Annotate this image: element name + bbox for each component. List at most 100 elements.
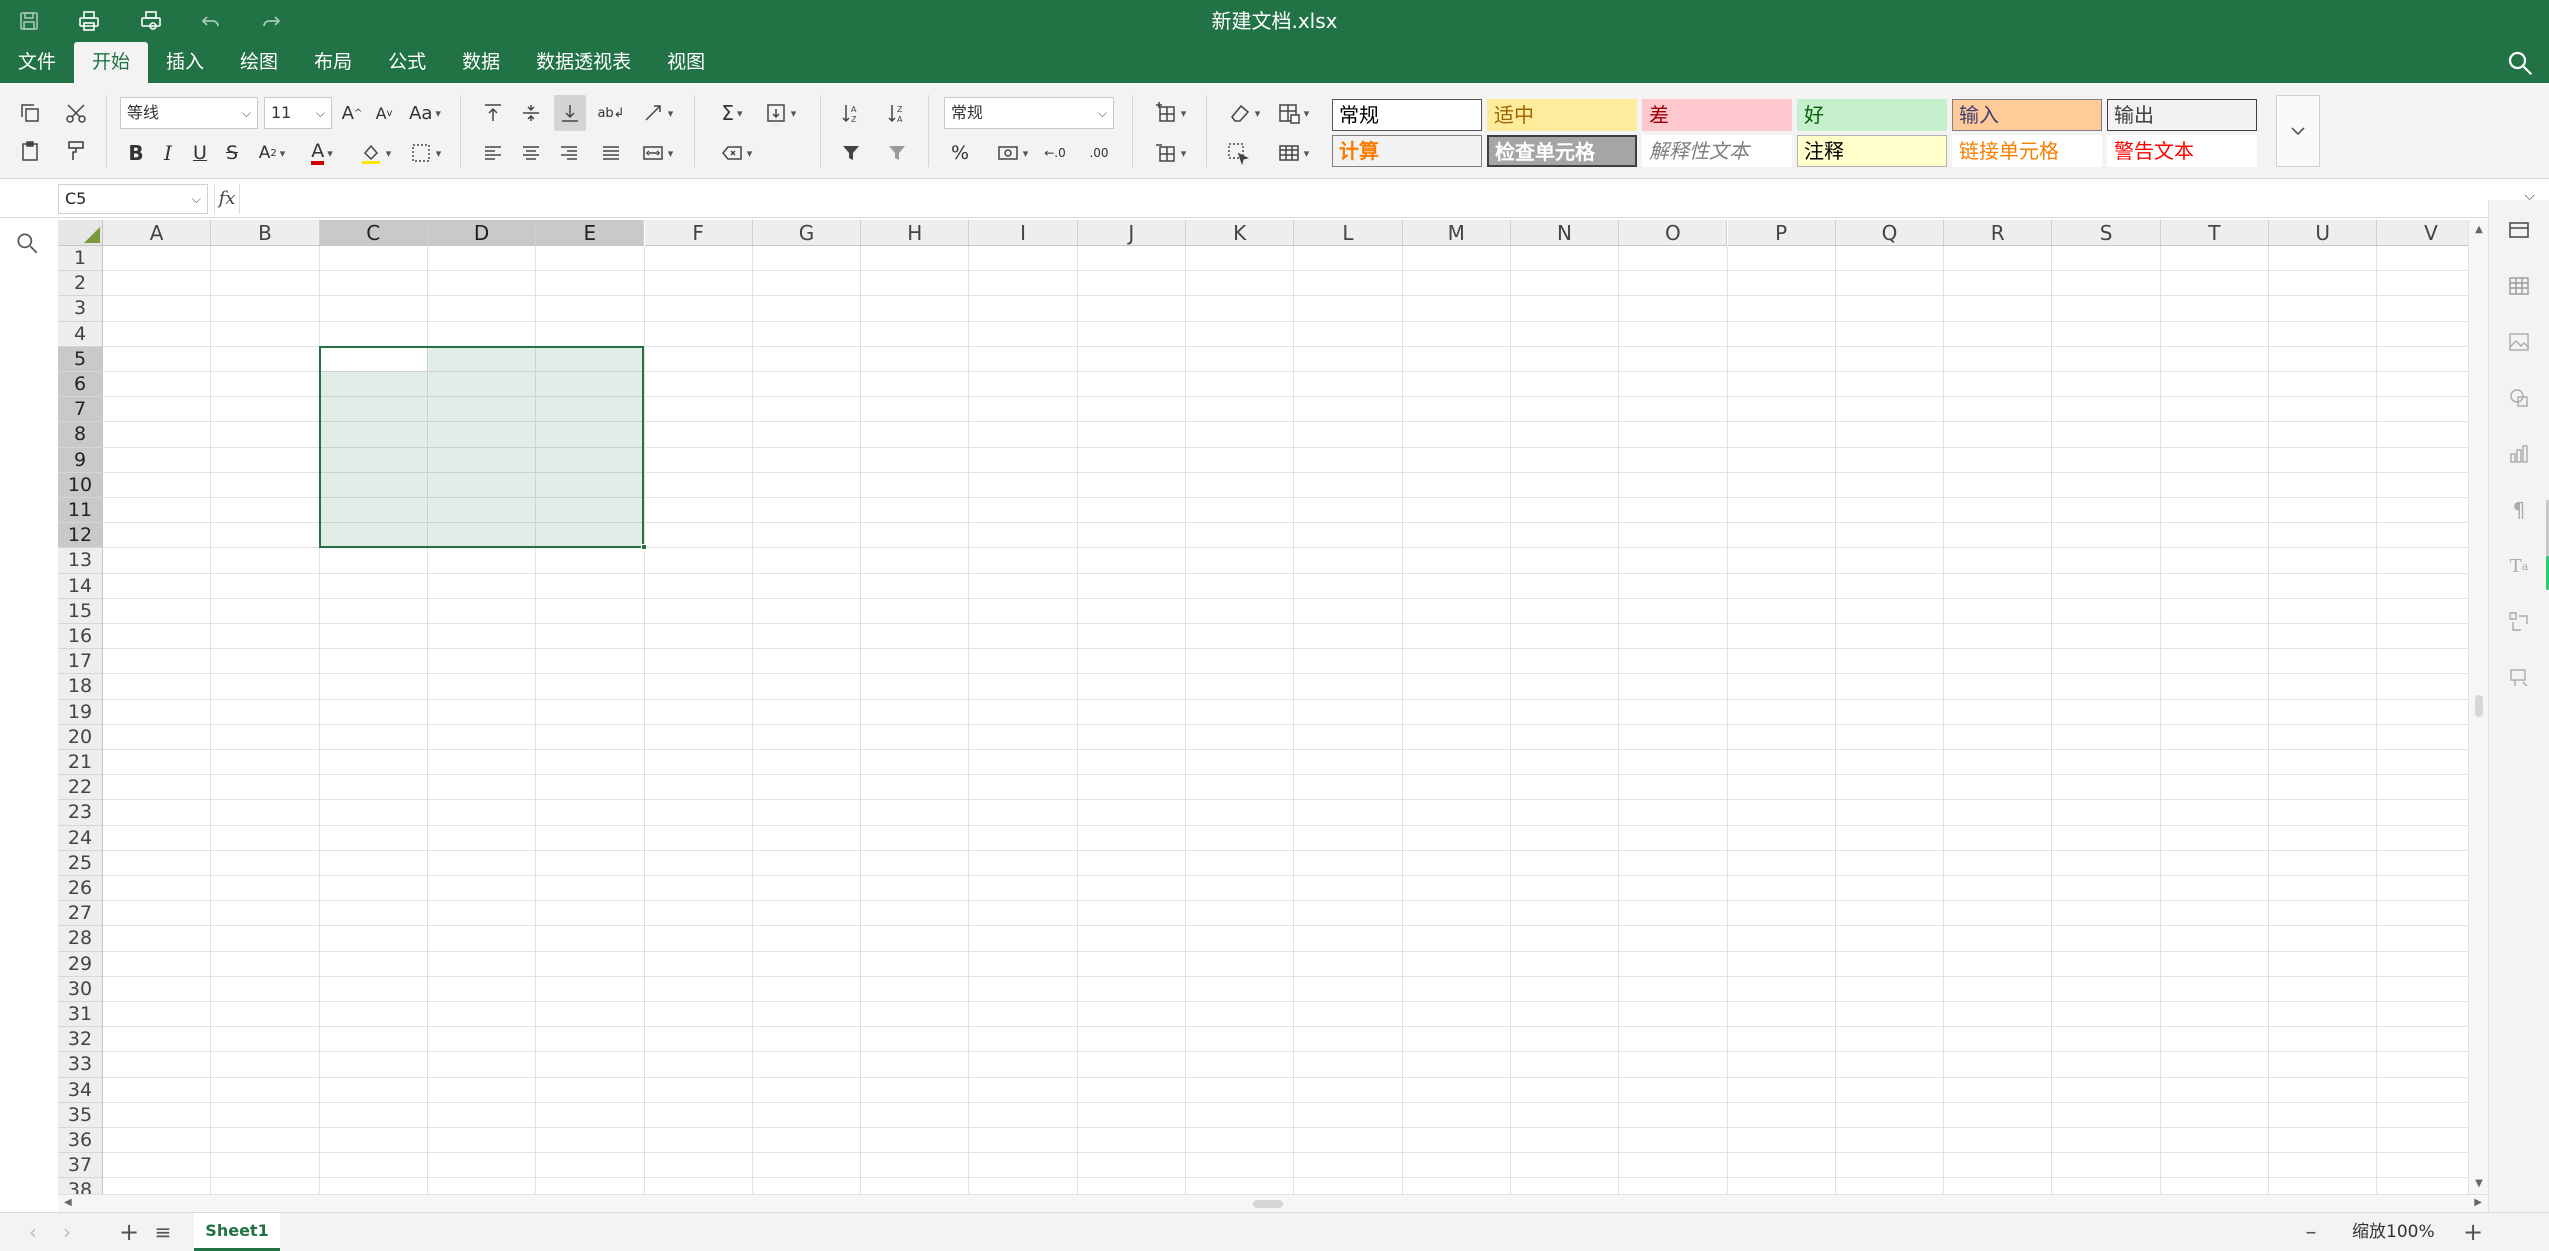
decrease-decimal-icon[interactable]: ←.0: [1040, 135, 1070, 171]
clear-filter-icon[interactable]: [882, 135, 912, 171]
column-header[interactable]: K: [1186, 220, 1295, 246]
row-header[interactable]: 17: [58, 649, 103, 675]
redo-icon[interactable]: [256, 6, 286, 36]
row-header[interactable]: 2: [58, 271, 103, 297]
row-header[interactable]: 3: [58, 296, 103, 322]
column-header[interactable]: C: [319, 220, 428, 246]
style-good[interactable]: 好: [1797, 99, 1947, 131]
row-header[interactable]: 21: [58, 750, 103, 776]
row-header[interactable]: 14: [58, 573, 103, 599]
column-header[interactable]: H: [861, 220, 970, 246]
row-header[interactable]: 37: [58, 1153, 103, 1179]
justify-icon[interactable]: [596, 135, 626, 171]
percent-icon[interactable]: %: [944, 135, 976, 171]
zoom-level[interactable]: 缩放100%: [2352, 1213, 2435, 1251]
row-header[interactable]: 12: [58, 523, 103, 549]
number-format-select[interactable]: 常规 ⌵: [944, 97, 1114, 129]
zoom-out-icon[interactable]: –: [2298, 1219, 2324, 1245]
menu-draw[interactable]: 绘图: [222, 42, 296, 83]
text-orientation-icon[interactable]: ▾: [636, 95, 678, 131]
strikethrough-icon[interactable]: S: [218, 135, 246, 171]
style-note[interactable]: 注释: [1797, 135, 1947, 167]
style-output[interactable]: 输出: [2107, 99, 2257, 131]
merge-cells-icon[interactable]: ▾: [636, 135, 678, 171]
spreadsheet-grid[interactable]: ABCDEFGHIJKLMNOPQRSTUV 1 2 3 4 5 6 7 8 9 10 11 12 13…: [58, 220, 2468, 1194]
vertical-scrollbar[interactable]: ▲ ▼: [2468, 220, 2488, 1194]
row-header[interactable]: 16: [58, 624, 103, 650]
align-left-icon[interactable]: [478, 135, 508, 171]
column-header[interactable]: D: [427, 220, 537, 246]
save-icon[interactable]: [14, 6, 44, 36]
column-header[interactable]: V: [2377, 220, 2468, 246]
scroll-down-icon[interactable]: ▼: [2469, 1174, 2489, 1194]
format-painter-icon[interactable]: [60, 133, 92, 169]
increase-decimal-icon[interactable]: .00: [1082, 135, 1116, 171]
copy-icon[interactable]: [14, 95, 46, 131]
name-box[interactable]: C5 ⌵: [58, 184, 208, 214]
sheet-tab[interactable]: Sheet1: [194, 1213, 280, 1251]
font-size-select[interactable]: 11 ⌵: [264, 97, 332, 129]
row-header[interactable]: 6: [58, 372, 103, 398]
row-header[interactable]: 31: [58, 1002, 103, 1028]
row-header[interactable]: 30: [58, 976, 103, 1002]
menu-file[interactable]: 文件: [0, 42, 74, 83]
search-icon[interactable]: [2505, 48, 2535, 78]
paste-icon[interactable]: [14, 133, 46, 169]
column-header[interactable]: M: [1402, 220, 1511, 246]
currency-icon[interactable]: ▾: [988, 135, 1036, 171]
row-header[interactable]: 38: [58, 1178, 103, 1194]
row-header[interactable]: 5: [58, 346, 103, 372]
column-header[interactable]: J: [1077, 220, 1186, 246]
style-normal[interactable]: 常规: [1332, 99, 1482, 131]
prev-sheet-icon[interactable]: ‹: [20, 1219, 46, 1245]
font-name-select[interactable]: 等线 ⌵: [120, 97, 258, 129]
insert-cells-icon[interactable]: ▾: [1148, 95, 1192, 131]
table-icon[interactable]: [2505, 272, 2533, 300]
scroll-thumb[interactable]: [1253, 1200, 1283, 1208]
row-header[interactable]: 10: [58, 472, 103, 498]
conditional-format-icon[interactable]: ▾: [1270, 95, 1316, 131]
row-header[interactable]: 24: [58, 825, 103, 851]
subscript-icon[interactable]: A 2 ▾: [252, 135, 292, 171]
decrease-font-icon[interactable]: Av: [370, 95, 398, 131]
row-header[interactable]: 19: [58, 699, 103, 725]
align-center-icon[interactable]: [516, 135, 546, 171]
bold-icon[interactable]: B: [122, 135, 150, 171]
column-header[interactable]: S: [2052, 220, 2161, 246]
scroll-right-icon[interactable]: ▶: [2474, 1197, 2482, 1208]
style-warning-text[interactable]: 警告文本: [2107, 135, 2257, 167]
row-header[interactable]: 27: [58, 901, 103, 927]
cell-format-icon[interactable]: [2505, 216, 2533, 244]
style-bad[interactable]: 差: [1642, 99, 1792, 131]
row-header[interactable]: 35: [58, 1102, 103, 1128]
select-icon[interactable]: [1222, 135, 1254, 171]
menu-pivot-table[interactable]: 数据透视表: [518, 42, 649, 83]
column-header[interactable]: F: [644, 220, 753, 246]
row-header[interactable]: 36: [58, 1128, 103, 1154]
column-header[interactable]: O: [1619, 220, 1728, 246]
menu-view[interactable]: 视图: [649, 42, 723, 83]
print-icon[interactable]: [74, 6, 104, 36]
borders-icon[interactable]: ▾: [404, 135, 446, 171]
style-calculation[interactable]: 计算: [1332, 135, 1482, 167]
column-header[interactable]: A: [103, 220, 212, 246]
menu-formulas[interactable]: 公式: [370, 42, 444, 83]
chart-icon[interactable]: [2505, 440, 2533, 468]
row-header[interactable]: 1: [58, 246, 103, 272]
row-header[interactable]: 23: [58, 800, 103, 826]
underline-icon[interactable]: U: [186, 135, 214, 171]
eraser-icon[interactable]: ▾: [1222, 95, 1266, 131]
print-preview-icon[interactable]: [136, 6, 166, 36]
menu-home[interactable]: 开始: [74, 42, 149, 83]
fill-color-icon[interactable]: ▾: [352, 135, 398, 171]
cell-area[interactable]: [103, 246, 2468, 1194]
row-header[interactable]: 8: [58, 422, 103, 448]
insert-function-button[interactable]: fx: [214, 184, 240, 214]
row-header[interactable]: 32: [58, 1027, 103, 1053]
scroll-up-icon[interactable]: ▲: [2469, 220, 2489, 240]
pivot-icon[interactable]: [2505, 608, 2533, 636]
active-cell[interactable]: [320, 347, 427, 371]
row-header[interactable]: 28: [58, 926, 103, 952]
style-neutral[interactable]: 适中: [1487, 99, 1637, 131]
align-middle-icon[interactable]: [516, 95, 546, 131]
